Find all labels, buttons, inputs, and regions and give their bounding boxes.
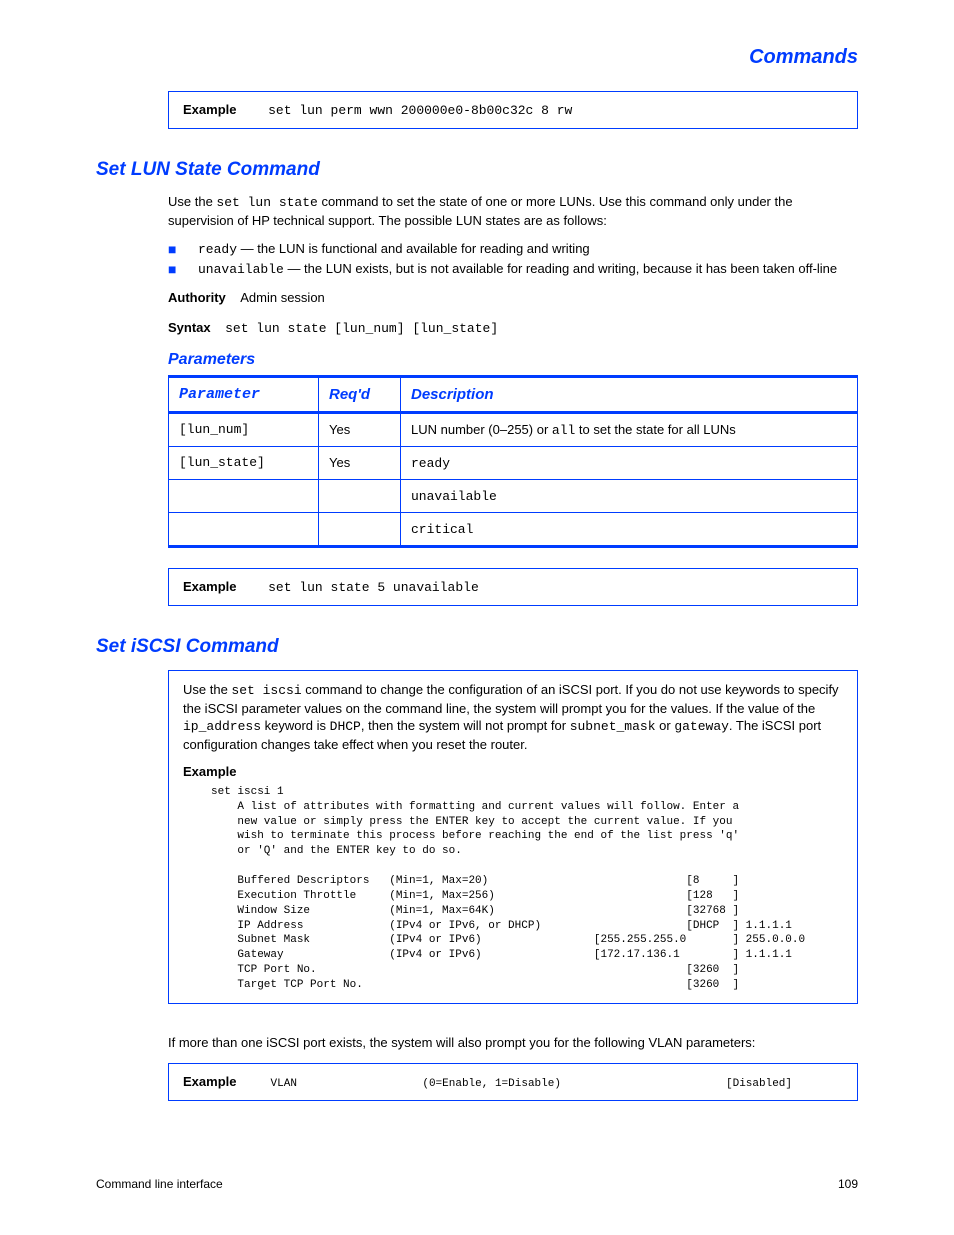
body-text: Use the set lun state command to set the… — [168, 193, 858, 229]
syntax-label: Syntax — [168, 320, 211, 335]
table-caption: Parameters — [168, 351, 858, 369]
text: Use the — [183, 682, 231, 697]
mono-text: DHCP — [330, 719, 361, 734]
mono-text: critical — [411, 522, 473, 537]
syntax-line: Syntax set lun state [lun_num] [lun_stat… — [168, 319, 858, 338]
mono-text: all — [552, 423, 575, 438]
table-row: [lun_num] Yes LUN number (0–255) or all … — [169, 413, 858, 447]
page-footer: Command line interface 109 — [96, 1177, 858, 1191]
text: — the LUN exists, but is not available f… — [284, 261, 837, 276]
example-box: Use the set iscsi command to change the … — [168, 670, 858, 1004]
mono-text: unavailable — [411, 489, 497, 504]
text: Use the — [168, 194, 216, 209]
cell: [lun_num] — [169, 413, 319, 447]
mono-text: gateway — [674, 719, 729, 734]
mono-text: subnet_mask — [570, 719, 656, 734]
example-label: Example — [183, 579, 236, 594]
example-preformatted: set iscsi 1 A list of attributes with fo… — [211, 785, 843, 993]
heading-set-iscsi: Set iSCSI Command — [96, 636, 858, 658]
cell: Yes — [319, 447, 401, 480]
example-text: set lun state 5 unavailable — [268, 580, 479, 595]
cell: ready — [401, 447, 858, 480]
authority-label: Authority — [168, 290, 226, 305]
mono-text: ready — [198, 242, 237, 257]
list-item: ■ unavailable — the LUN exists, but is n… — [168, 261, 858, 277]
text: — the LUN is functional and available fo… — [237, 241, 590, 256]
example-box: Example set lun state 5 unavailable — [168, 568, 858, 606]
col-header: Parameter — [169, 377, 319, 413]
table-row: [lun_state] Yes ready — [169, 447, 858, 480]
cell — [319, 480, 401, 513]
example-box: Example VLAN (0=Enable, 1=Disable) [Disa… — [168, 1063, 858, 1101]
example-box: Example set lun perm wwn 200000e0-8b00c3… — [168, 91, 858, 129]
text: or — [656, 718, 675, 733]
col-header: Req'd — [319, 377, 401, 413]
example-text: set lun perm wwn 200000e0-8b00c32c 8 rw — [268, 103, 572, 118]
authority-value: Admin session — [240, 290, 325, 305]
text: LUN number (0–255) or — [411, 422, 552, 437]
mono-text: ip_address — [183, 719, 261, 734]
page-section-header: Commands — [96, 46, 858, 69]
table-row: critical — [169, 513, 858, 547]
list-item: ■ ready — the LUN is functional and avai… — [168, 241, 858, 257]
footer-left: Command line interface — [96, 1177, 223, 1191]
bullet-icon: ■ — [168, 241, 198, 257]
table-row: unavailable — [169, 480, 858, 513]
cell — [319, 513, 401, 547]
authority-line: Authority Admin session — [168, 289, 858, 307]
example-label: Example — [183, 1074, 236, 1089]
parameters-table: Parameter Req'd Description [lun_num] Ye… — [168, 375, 858, 548]
mono-text: set iscsi — [231, 683, 301, 698]
mono-text: ready — [411, 456, 450, 471]
example-preformatted: VLAN (0=Enable, 1=Disable) [Disabled] — [244, 1078, 792, 1090]
table-header-row: Parameter Req'd Description — [169, 377, 858, 413]
footer-page-number: 109 — [838, 1177, 858, 1191]
text: to set the state for all LUNs — [575, 422, 735, 437]
cell: LUN number (0–255) or all to set the sta… — [401, 413, 858, 447]
cell — [169, 513, 319, 547]
cell: critical — [401, 513, 858, 547]
example-label: Example — [183, 102, 236, 117]
syntax-value: set lun state [lun_num] [lun_state] — [225, 321, 498, 336]
text: , then the system will not prompt for — [361, 718, 570, 733]
heading-set-lun-state: Set LUN State Command — [96, 159, 858, 181]
cell: Yes — [319, 413, 401, 447]
body-text: If more than one iSCSI port exists, the … — [168, 1034, 858, 1052]
cell — [169, 480, 319, 513]
cell: [lun_state] — [169, 447, 319, 480]
mono-text: unavailable — [198, 262, 284, 277]
mono-text: set lun state — [216, 195, 317, 210]
col-header: Description — [401, 377, 858, 413]
bullet-icon: ■ — [168, 261, 198, 277]
text: keyword is — [261, 718, 330, 733]
cell: unavailable — [401, 480, 858, 513]
example-label: Example — [183, 764, 236, 779]
